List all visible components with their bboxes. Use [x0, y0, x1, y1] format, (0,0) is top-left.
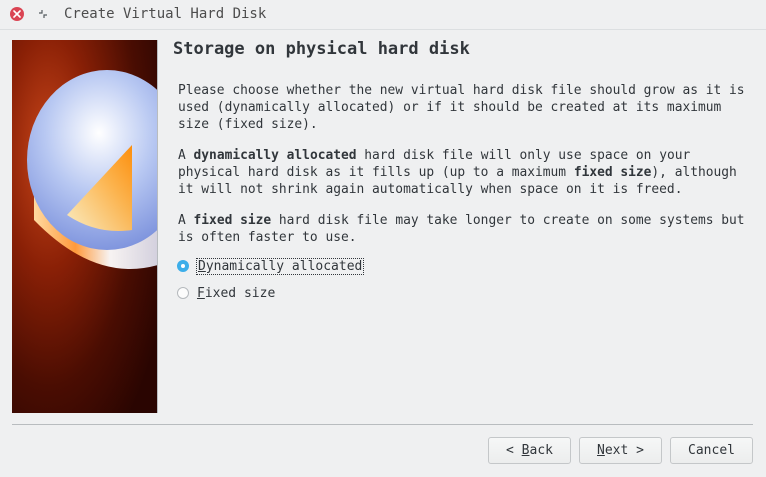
close-icon[interactable] [10, 7, 24, 21]
fixed-size-option[interactable]: Fixed size [177, 284, 275, 302]
intro-paragraph: Please choose whether the new virtual ha… [178, 83, 745, 132]
fixed-description-paragraph: A fixed size hard disk file may take lon… [178, 213, 745, 245]
wizard-watermark-image [12, 40, 158, 413]
fixed-size-label[interactable]: Fixed size [197, 286, 275, 301]
dynamically-allocated-option[interactable]: Dynamically allocated [177, 257, 365, 275]
shade-icon[interactable] [36, 7, 50, 21]
title-bar: Create Virtual Hard Disk [0, 0, 766, 30]
dynamically-allocated-label[interactable]: Dynamically allocated [195, 257, 365, 275]
dynamically-allocated-radio[interactable] [177, 260, 189, 272]
window-title: Create Virtual Hard Disk [64, 6, 267, 22]
page-title: Storage on physical hard disk [173, 39, 470, 59]
button-separator [12, 424, 753, 425]
cancel-button[interactable]: Cancel [670, 437, 753, 464]
next-button[interactable]: Next > [579, 437, 662, 464]
dynamic-description-paragraph: A dynamically allocated hard disk file w… [178, 148, 737, 197]
fixed-size-radio[interactable] [177, 287, 189, 299]
back-button[interactable]: < Back [488, 437, 571, 464]
dialog-window: Create Virtual Hard Disk Storage on phys… [0, 0, 766, 477]
